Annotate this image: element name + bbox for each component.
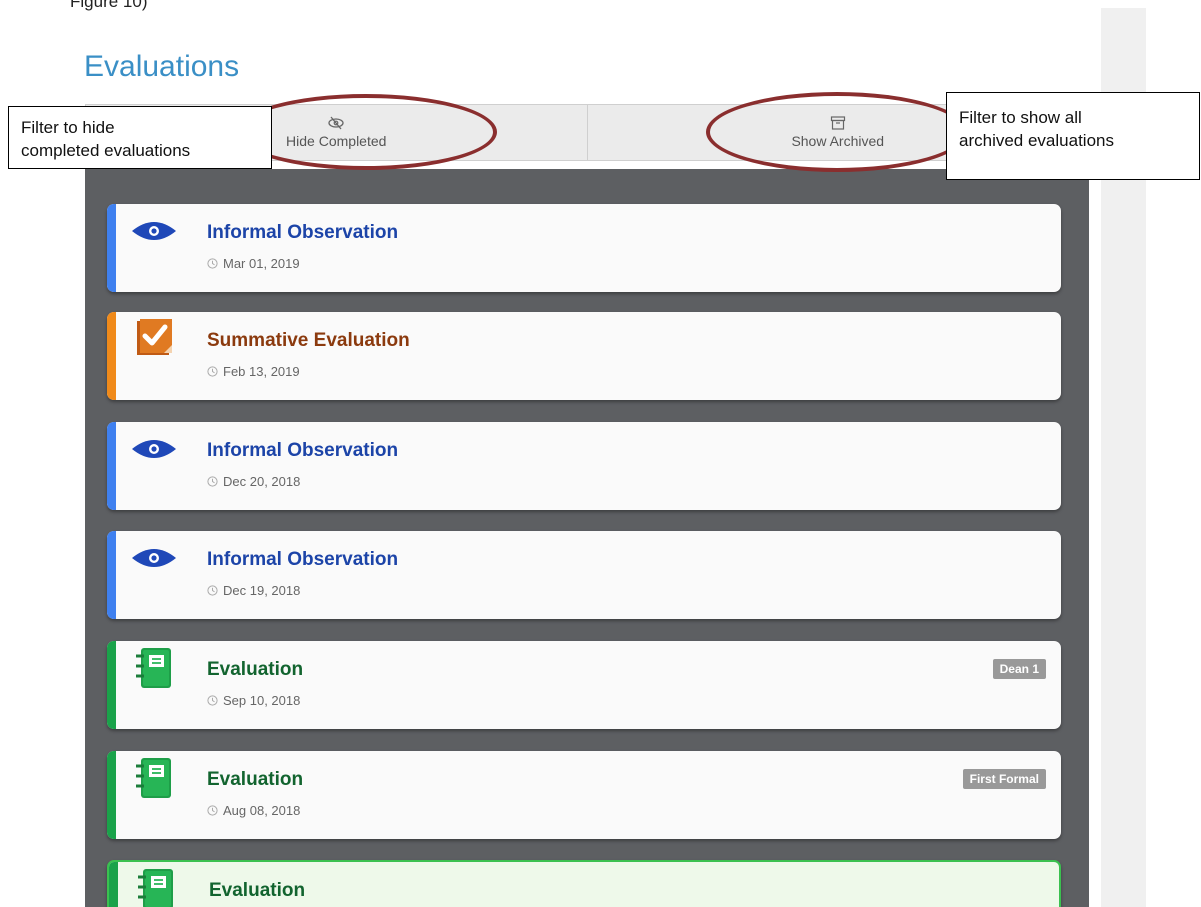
evaluation-date: Dec 19, 2018 <box>207 583 300 598</box>
evaluation-card[interactable]: Informal Observation Mar 01, 2019 <box>107 204 1061 292</box>
evaluation-date: Dec 20, 2018 <box>207 474 300 489</box>
evaluation-list: Informal Observation Mar 01, 2019 Summativ… <box>85 169 1089 907</box>
notebook-icon <box>131 868 181 907</box>
evaluation-date: Aug 08, 2018 <box>207 803 300 818</box>
document-caption: Figure 10) <box>70 0 148 11</box>
card-status-stripe <box>107 531 116 619</box>
card-status-stripe <box>109 862 118 907</box>
clock-icon <box>207 805 218 816</box>
notebook-icon <box>129 757 179 799</box>
evaluation-title[interactable]: Summative Evaluation <box>207 330 410 352</box>
evaluation-card[interactable]: Evaluation <box>107 860 1061 907</box>
highlight-ellipse-hide-completed <box>235 94 497 170</box>
callout-hide-completed-line1: Filter to hide <box>21 118 115 137</box>
card-status-stripe <box>107 422 116 510</box>
evaluation-title[interactable]: Informal Observation <box>207 549 398 571</box>
evaluation-card[interactable]: Informal Observation Dec 20, 2018 <box>107 422 1061 510</box>
card-status-stripe <box>107 204 116 292</box>
page-title: Evaluations <box>84 50 240 83</box>
evaluation-date: Sep 10, 2018 <box>207 693 300 708</box>
evaluation-title[interactable]: Informal Observation <box>207 440 398 462</box>
evaluation-date-text: Aug 08, 2018 <box>223 803 301 818</box>
evaluation-date: Feb 13, 2019 <box>207 364 300 379</box>
callout-show-archived-line1: Filter to show all <box>959 108 1082 127</box>
evaluation-date: Mar 01, 2019 <box>207 256 300 271</box>
checklist-icon <box>129 318 179 360</box>
notebook-icon <box>129 647 179 689</box>
evaluation-card[interactable]: Evaluation Sep 10, 2018 Dean 1 <box>107 641 1061 729</box>
clock-icon <box>207 476 218 487</box>
evaluation-badge: Dean 1 <box>992 659 1046 679</box>
card-status-stripe <box>107 641 116 729</box>
eye-icon <box>129 428 179 470</box>
evaluation-date-text: Dec 19, 2018 <box>223 583 301 598</box>
clock-icon <box>207 258 218 269</box>
evaluation-card[interactable]: Informal Observation Dec 19, 2018 <box>107 531 1061 619</box>
card-status-stripe <box>107 312 116 400</box>
clock-icon <box>207 366 218 377</box>
evaluation-badge: First Formal <box>962 769 1046 789</box>
evaluation-title[interactable]: Informal Observation <box>207 222 398 244</box>
clock-icon <box>207 585 218 596</box>
evaluation-date-text: Sep 10, 2018 <box>223 693 301 708</box>
evaluation-card[interactable]: Evaluation Aug 08, 2018 First Formal <box>107 751 1061 839</box>
eye-icon <box>129 210 179 252</box>
eye-icon <box>129 537 179 579</box>
callout-show-archived: Filter to show all archived evaluations <box>946 92 1200 180</box>
callout-hide-completed: Filter to hide completed evaluations <box>8 106 272 169</box>
evaluation-title[interactable]: Evaluation <box>207 769 303 791</box>
evaluation-date-text: Feb 13, 2019 <box>223 364 300 379</box>
callout-show-archived-line2: archived evaluations <box>959 131 1114 150</box>
evaluation-card[interactable]: Summative Evaluation Feb 13, 2019 <box>107 312 1061 400</box>
evaluation-title[interactable]: Evaluation <box>207 659 303 681</box>
card-status-stripe <box>107 751 116 839</box>
evaluation-title[interactable]: Evaluation <box>209 880 305 902</box>
evaluation-date-text: Dec 20, 2018 <box>223 474 301 489</box>
clock-icon <box>207 695 218 706</box>
highlight-ellipse-show-archived <box>706 92 968 172</box>
callout-hide-completed-line2: completed evaluations <box>21 141 191 160</box>
evaluation-date-text: Mar 01, 2019 <box>223 256 300 271</box>
